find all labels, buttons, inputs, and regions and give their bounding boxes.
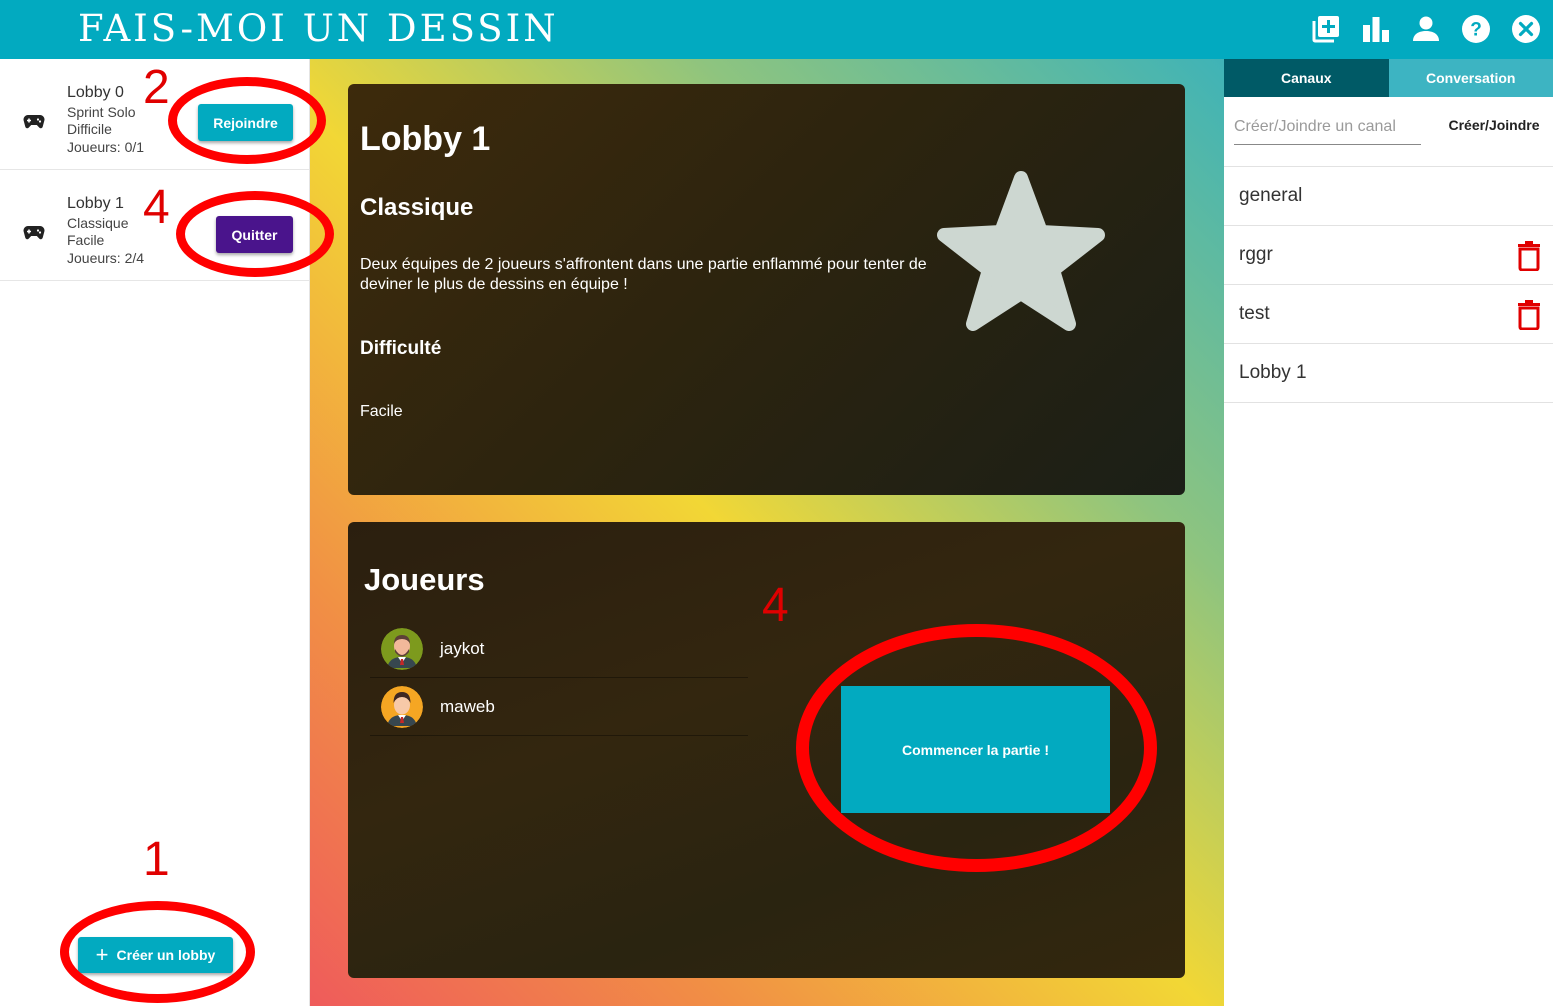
lobby-title: Lobby 1: [360, 120, 491, 158]
lobby-info: Lobby 0 Sprint Solo Difficile Joueurs: 0…: [67, 84, 144, 156]
lobby-item: Lobby 0 Sprint Solo Difficile Joueurs: 0…: [0, 59, 309, 170]
channel-input-wrapper: [1234, 113, 1421, 145]
lobby-difficulty: Difficile: [67, 121, 112, 137]
chat-tabs: Canaux Conversation: [1224, 59, 1553, 97]
avatar: [381, 627, 423, 670]
channel-item[interactable]: test: [1224, 285, 1553, 344]
channel-list: general rggr test Lobby 1: [1224, 166, 1553, 403]
delete-channel-icon[interactable]: [1517, 239, 1541, 277]
channel-item[interactable]: rggr: [1224, 226, 1553, 285]
quit-lobby-button[interactable]: Quitter: [216, 216, 293, 253]
lobby-player-count: Joueurs: 2/4: [67, 249, 145, 266]
player-name: jaykot: [440, 638, 485, 658]
star-icon: [936, 166, 1106, 336]
lobby-difficulty: Facile: [67, 232, 105, 248]
bar-chart-icon[interactable]: [1361, 14, 1391, 44]
player-list: jaykot maweb: [370, 620, 748, 736]
close-icon[interactable]: [1511, 14, 1541, 44]
gamepad-icon: [23, 114, 45, 134]
player-row: maweb: [370, 678, 748, 736]
svg-text:?: ?: [1470, 20, 1482, 41]
chat-panel: Canaux Conversation Créer/Joindre genera…: [1224, 59, 1553, 1006]
create-lobby-label: Créer un lobby: [116, 947, 216, 963]
help-icon[interactable]: ?: [1461, 14, 1491, 44]
channel-item[interactable]: general: [1224, 167, 1553, 226]
player-row: jaykot: [370, 620, 748, 678]
create-lobby-button[interactable]: + Créer un lobby: [78, 937, 233, 973]
lobby-name: Lobby 1: [67, 195, 124, 212]
lobby-mode: Classique: [67, 214, 129, 231]
gamepad-icon: [23, 225, 45, 245]
channel-input[interactable]: [1234, 113, 1421, 141]
app-header: FAIS-MOI UN DESSIN ?: [0, 0, 1553, 59]
lobby-info: Lobby 1 Classique Facile Joueurs: 2/4: [67, 195, 144, 267]
lobby-name: Lobby 0: [67, 84, 124, 101]
add-box-icon[interactable]: [1311, 14, 1341, 44]
lobby-list-sidebar: Lobby 0 Sprint Solo Difficile Joueurs: 0…: [0, 59, 310, 1006]
lobby-info-card: Lobby 1 Classique Deux équipes de 2 joue…: [348, 84, 1185, 495]
app-title: FAIS-MOI UN DESSIN: [78, 7, 559, 50]
avatar: [381, 685, 423, 728]
header-toolbar: ?: [1311, 14, 1541, 44]
tab-channels[interactable]: Canaux: [1224, 59, 1389, 97]
create-join-channel-button[interactable]: Créer/Joindre: [1439, 113, 1549, 137]
channel-item[interactable]: Lobby 1: [1224, 344, 1553, 403]
player-name: maweb: [440, 696, 495, 716]
mode-title: Classique: [360, 194, 474, 221]
channel-name: Lobby 1: [1239, 362, 1307, 383]
person-icon[interactable]: [1411, 14, 1441, 44]
channel-name: rggr: [1239, 244, 1273, 265]
lobby-player-count: Joueurs: 0/1: [67, 138, 145, 155]
difficulty-value: Facile: [360, 403, 403, 420]
tab-conversation[interactable]: Conversation: [1388, 59, 1553, 97]
lobby-item: Lobby 1 Classique Facile Joueurs: 2/4 Qu…: [0, 170, 309, 281]
delete-channel-icon[interactable]: [1517, 298, 1541, 336]
lobby-mode: Sprint Solo: [67, 103, 136, 120]
join-lobby-button[interactable]: Rejoindre: [198, 104, 293, 141]
players-title: Joueurs: [364, 562, 485, 597]
channel-name: general: [1239, 185, 1303, 206]
start-game-button[interactable]: Commencer la partie !: [841, 686, 1110, 813]
channel-name: test: [1239, 303, 1270, 324]
plus-icon: +: [95, 942, 109, 967]
mode-description: Deux équipes de 2 joueurs s'affrontent d…: [360, 256, 927, 293]
lobby-detail-area: Lobby 1 Classique Deux équipes de 2 joue…: [310, 59, 1224, 1006]
players-card: Joueurs jaykot maweb Commencer la partie…: [348, 522, 1185, 978]
difficulty-heading: Difficulté: [360, 338, 442, 359]
